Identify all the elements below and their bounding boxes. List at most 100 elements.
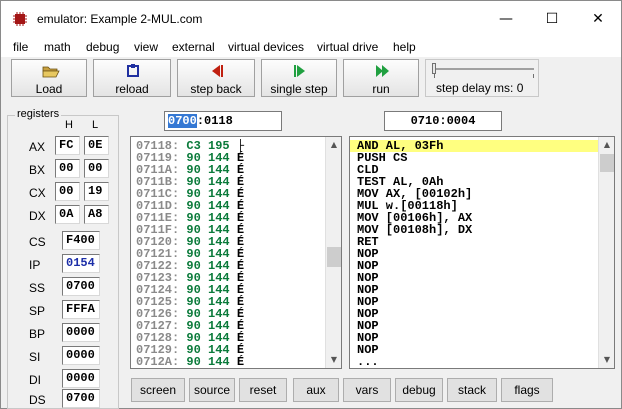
step-delay-slider-thumb[interactable] [432, 63, 436, 74]
close-icon: ✕ [592, 11, 604, 27]
disassembly-line[interactable]: ... [350, 356, 598, 368]
disassembly-line[interactable]: NOP [350, 344, 598, 356]
load-label: Load [35, 82, 63, 96]
debug-button[interactable]: debug [395, 378, 443, 402]
scroll-down-arrow-icon[interactable]: ▼ [326, 352, 341, 368]
disassembly-address-input[interactable]: 0710:0004 [384, 111, 502, 131]
register-sp-field[interactable]: FFFA [62, 300, 100, 319]
minimize-button[interactable]: — [483, 1, 529, 37]
disassembly-line[interactable]: NOP [350, 320, 598, 332]
memory-row-hex: 90 [186, 355, 201, 369]
memory-row-decimal: 144 [208, 355, 230, 369]
register-cs-field[interactable]: F400 [62, 231, 100, 250]
flags-button[interactable]: flags [501, 378, 553, 402]
register-ah-field[interactable]: FC [55, 136, 80, 155]
disassembly-line[interactable]: NOP [350, 260, 598, 272]
vars-button[interactable]: vars [343, 378, 391, 402]
register-dh-field[interactable]: 0A [55, 205, 80, 224]
source-button[interactable]: source [189, 378, 235, 402]
disassembly-line[interactable]: NOP [350, 272, 598, 284]
reload-label: reload [115, 82, 149, 96]
close-button[interactable]: ✕ [575, 1, 621, 37]
register-ds-field[interactable]: 0700 [62, 389, 100, 408]
disassembly-line[interactable]: RET [350, 236, 598, 248]
menu-view[interactable]: view [134, 40, 158, 54]
register-dl-field[interactable]: A8 [84, 205, 109, 224]
registers-title: registers [15, 108, 62, 120]
memory-address-input[interactable]: 0700:0118 [164, 111, 282, 131]
register-bp-label: BP [29, 327, 46, 341]
memory-scroll-thumb[interactable] [327, 247, 341, 267]
disassembly-line[interactable]: NOP [350, 332, 598, 344]
register-si-field[interactable]: 0000 [62, 346, 100, 365]
disassembly-scroll-thumb[interactable] [600, 154, 614, 172]
disassembly-line[interactable]: NOP [350, 308, 598, 320]
register-cl-field[interactable]: 19 [84, 182, 109, 201]
disassembly-line[interactable]: MOV [00108h], DX [350, 224, 598, 236]
menu-file[interactable]: file [13, 40, 28, 54]
menu-virtual-drive[interactable]: virtual drive [317, 40, 378, 54]
step-back-label: step back [190, 82, 242, 96]
memory-scrollbar[interactable]: ▲ ▼ [325, 137, 341, 368]
register-ip-label: IP [29, 258, 41, 272]
memory-row-address: 0712A: [136, 355, 180, 369]
disassembly-line[interactable]: NOP [350, 248, 598, 260]
disassembly-line[interactable]: NOP [350, 284, 598, 296]
menu-help[interactable]: help [393, 40, 416, 54]
register-bl-field[interactable]: 00 [84, 159, 109, 178]
minimize-icon: — [499, 11, 513, 27]
register-al-field[interactable]: 0E [84, 136, 109, 155]
step-delay-label: step delay ms: 0 [436, 81, 524, 95]
scroll-up-arrow-icon[interactable]: ▲ [599, 137, 614, 153]
register-si-label: SI [29, 350, 41, 364]
register-cs-label: CS [29, 235, 46, 249]
register-bh-field[interactable]: 00 [55, 159, 80, 178]
register-bp-field[interactable]: 0000 [62, 323, 100, 342]
menu-math[interactable]: math [44, 40, 71, 54]
memory-list[interactable]: 07118: C3 195 ├ 07119: 90 144 É 0711A: 90 … [130, 136, 342, 369]
memory-row-char: É [236, 355, 245, 369]
register-di-field[interactable]: 0000 [62, 369, 100, 388]
stack-button[interactable]: stack [447, 378, 497, 402]
run-label: run [372, 82, 390, 96]
emulator-window: emulator: Example 2-MUL.com — ☐ ✕ file m… [0, 0, 622, 409]
register-ip-field[interactable]: 0154 [62, 254, 100, 273]
single-step-label: single step [270, 82, 328, 96]
disassembly-line[interactable]: NOP [350, 296, 598, 308]
menu-external[interactable]: external [172, 40, 215, 54]
register-ds-label: DS [29, 393, 46, 407]
maximize-icon: ☐ [545, 11, 559, 27]
scroll-down-arrow-icon[interactable]: ▼ [599, 352, 614, 368]
step-back-icon [212, 65, 223, 77]
reload-button[interactable]: reload [93, 59, 171, 97]
register-ss-label: SS [29, 281, 46, 295]
load-button[interactable]: Load [11, 59, 87, 97]
maximize-button[interactable]: ☐ [529, 1, 575, 37]
reset-button[interactable]: reset [239, 378, 287, 402]
register-bx-label: BX [29, 163, 46, 177]
register-ch-field[interactable]: 00 [55, 182, 80, 201]
scroll-up-arrow-icon[interactable]: ▲ [326, 137, 341, 153]
menu-bar: file math debug view external virtual de… [1, 37, 621, 57]
disassembly-line[interactable]: PUSH CS [350, 152, 598, 164]
memory-row[interactable]: 0712A: 90 144 É [136, 356, 244, 368]
disassembly-list[interactable]: AND AL, 03Fh PUSH CS CLD TEST AL, 0Ah MOV AX… [349, 136, 615, 369]
register-ax-label: AX [29, 140, 46, 154]
screen-button[interactable]: screen [131, 378, 185, 402]
memory-address-offset: :0118 [196, 114, 233, 128]
window-title: emulator: Example 2-MUL.com [37, 12, 203, 26]
title-bar: emulator: Example 2-MUL.com — ☐ ✕ [1, 1, 621, 37]
low-byte-header: L [92, 119, 99, 131]
run-button[interactable]: run [343, 59, 419, 97]
aux-button[interactable]: aux [293, 378, 339, 402]
disassembly-scrollbar[interactable]: ▲ ▼ [598, 137, 614, 368]
app-chip-icon [13, 12, 27, 26]
step-back-button[interactable]: step back [177, 59, 255, 97]
step-delay-control: step delay ms: 0 [425, 59, 539, 97]
step-delay-slider[interactable] [434, 68, 534, 70]
register-sp-label: SP [29, 304, 46, 318]
single-step-button[interactable]: single step [261, 59, 337, 97]
menu-virtual-devices[interactable]: virtual devices [228, 40, 304, 54]
menu-debug[interactable]: debug [86, 40, 119, 54]
register-ss-field[interactable]: 0700 [62, 277, 100, 296]
